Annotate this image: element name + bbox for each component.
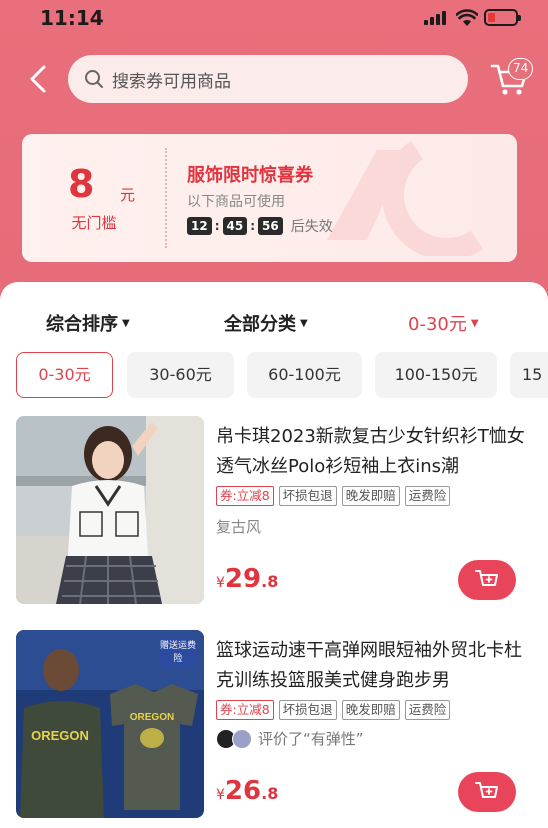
battery-icon [484,9,521,26]
product-image[interactable]: OREGON OREGON 赠送运费险 [16,630,204,818]
product-card[interactable]: 帛卡琪2023新款复古少女针织衫T恤女透气冰丝Polo衫短袖上衣ins潮 券:立… [16,416,536,606]
product-card[interactable]: OREGON OREGON 赠送运费险 篮球运动速干高弹网眼短袖外贸北卡杜克训练… [16,630,536,820]
coupon-tag: 券:立减8 [216,700,274,720]
coupon-subtitle: 以下商品可使用 [187,194,285,210]
add-to-cart-button[interactable] [458,560,516,600]
price-decimal: .8 [261,572,279,591]
product-photo-girl [16,416,204,604]
chip-100-150[interactable]: 100-150元 [375,352,497,398]
service-tag: 晚发即赔 [341,700,400,720]
product-list-panel: 综合排序 ▼ 全部分类 ▼ 0-30元 ▼ 0-30元 30-60元 60-100元 … [0,282,548,828]
coupon-watermark-icon [327,140,484,256]
signal-icon [424,11,450,25]
search-input[interactable]: 搜索券可用商品 [68,55,468,103]
price-symbol: ¥ [216,787,225,803]
add-cart-icon [475,782,498,798]
sort-bar: 综合排序 ▼ 全部分类 ▼ 0-30元 ▼ [0,310,548,340]
product-title[interactable]: 篮球运动速干高弹网眼短袖外贸北卡杜克训练投篮服美式健身跑步男 [216,636,526,696]
product-tags: 券:立减8 坏损包退 晚发即赔 运费险 [216,700,451,720]
product-review: 评价了“有弹性” [216,728,364,749]
chip-0-30[interactable]: 0-30元 [16,352,113,398]
service-tag: 坏损包退 [278,486,337,506]
timer-hours: 12 [187,217,212,235]
sort-label: 全部分类 [224,314,296,335]
coupon-amount: 8 [68,162,95,206]
sort-label: 综合排序 [46,314,118,335]
wifi-icon [456,9,478,26]
price-symbol: ¥ [216,575,225,591]
countdown-timer: 12 : 45 : 56 后失效 [187,216,333,236]
coupon-value-section: 8 元 无门槛 [22,134,166,262]
sort-comprehensive[interactable]: 综合排序 ▼ [46,310,130,336]
shirt-text-right: OREGON [130,712,174,723]
add-to-cart-button[interactable] [458,772,516,812]
search-icon [85,70,103,88]
review-text: 评价了“有弹性” [258,730,364,748]
price-integer: 26 [224,776,262,806]
sort-label: 0-30元 [408,314,467,335]
coupon-tag: 券:立减8 [216,486,274,506]
coupon-title: 服饰限时惊喜券 [187,165,313,186]
chip-60-100[interactable]: 60-100元 [247,352,362,398]
promo-badge: 赠送运费险 [160,638,196,668]
chip-150-plus[interactable]: 15 [510,352,548,398]
chip-30-60[interactable]: 30-60元 [127,352,234,398]
product-price: ¥26.8 [216,776,278,806]
service-tag: 运费险 [404,486,451,506]
caret-down-icon: ▼ [470,317,479,329]
add-cart-icon [475,570,498,586]
price-filter-chips: 0-30元 30-60元 60-100元 100-150元 15 [16,352,548,398]
coupon-divider [165,148,167,248]
caret-down-icon: ▼ [122,317,130,329]
caret-down-icon: ▼ [300,317,308,329]
coupon-unit: 元 [120,186,136,204]
cart-count-badge: 74 [508,58,534,80]
product-price: ¥29.8 [216,564,278,594]
product-title[interactable]: 帛卡琪2023新款复古少女针织衫T恤女透气冰丝Polo衫短袖上衣ins潮 [216,422,526,482]
price-decimal: .8 [261,784,279,803]
product-tags: 券:立减8 坏损包退 晚发即赔 运费险 [216,486,451,506]
product-image[interactable] [16,416,204,604]
status-bar: 11:14 [0,0,548,36]
status-time: 11:14 [40,6,104,30]
timer-minutes: 45 [222,217,248,235]
avatar [232,728,252,749]
service-tag: 坏损包退 [278,700,337,720]
shirt-text-left: OREGON [31,728,89,743]
timer-seconds: 56 [258,217,283,235]
back-arrow-icon[interactable] [24,62,54,96]
expire-text: 后失效 [290,219,333,235]
service-tag: 运费险 [404,700,451,720]
sort-price[interactable]: 0-30元 ▼ [408,310,479,336]
coupon-card: 8 元 无门槛 服饰限时惊喜券 以下商品可使用 12 : 45 : 56 后失效 [22,134,517,262]
search-placeholder: 搜索券可用商品 [112,71,231,92]
sort-category[interactable]: 全部分类 ▼ [224,310,308,336]
price-integer: 29 [224,564,262,594]
product-style-note: 复古风 [216,518,262,536]
coupon-condition: 无门槛 [71,214,117,232]
service-tag: 晚发即赔 [341,486,400,506]
